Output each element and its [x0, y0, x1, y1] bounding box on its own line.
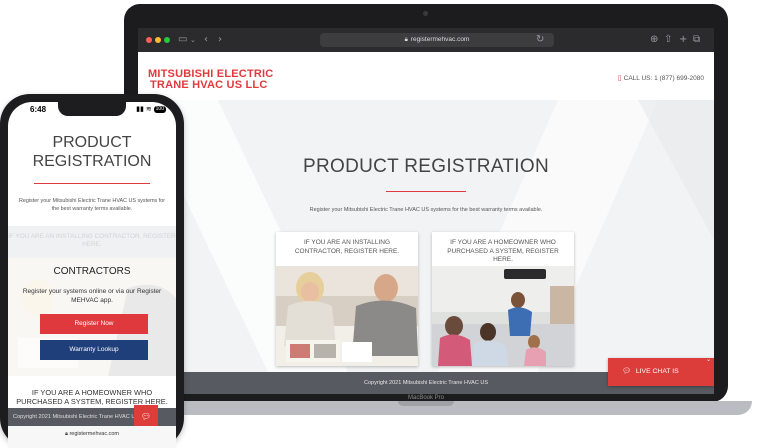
reload-icon[interactable]: ↻ [536, 33, 544, 47]
contractor-card-label: IF YOU ARE AN INSTALLING CONTRACTOR, REG… [294, 239, 400, 255]
chevron-down-icon[interactable]: ⌄ [706, 356, 711, 364]
mobile-title-line-2: REGISTRATION [32, 153, 152, 170]
browser-toolbar: ▭ ⌄ ‹ › 🔒︎ registermehvac.com ↻ ⊕ ⇧ + ⧉ [138, 28, 714, 52]
warranty-lookup-button[interactable]: Warranty Lookup [40, 340, 148, 360]
download-icon[interactable]: ⊕ [650, 33, 658, 47]
device-label: MacBook Pro [407, 395, 444, 401]
chevron-down-icon[interactable]: ⌄ [190, 33, 196, 47]
homeowner-photo [432, 266, 574, 366]
contractors-text: Register your systems online or via our … [22, 288, 162, 304]
homeowner-card-label: IF YOU ARE A HOMEOWNER WHO PURCHASED A S… [447, 239, 559, 263]
call-us-text: CALL US: 1 (877) 699-2080 [623, 75, 704, 82]
hero-section: PRODUCT REGISTRATION Register your Mitsu… [138, 100, 714, 372]
brand-logo[interactable]: MITSUBISHI ELECTRIC TRANE HVAC US LLC [148, 69, 273, 91]
lock-icon: 🔒︎ [404, 37, 408, 43]
new-tab-icon[interactable]: + [679, 33, 687, 47]
address-url: registermehvac.com [410, 36, 470, 43]
phone-screen: 6:48 ▮▮ ≋ 100 PRODUCT REGISTRATION Regis… [8, 102, 176, 448]
contractor-card[interactable]: IF YOU ARE AN INSTALLING CONTRACTOR, REG… [276, 232, 418, 366]
mobile-divider [34, 183, 150, 184]
hero-divider [386, 191, 466, 192]
homeowner-card[interactable]: IF YOU ARE A HOMEOWNER WHO PURCHASED A S… [432, 232, 574, 366]
contractor-photo [276, 266, 418, 366]
mockup-stage: ▭ ⌄ ‹ › 🔒︎ registermehvac.com ↻ ⊕ ⇧ + ⧉ M… [0, 0, 766, 448]
signal-icon: ▮▮ [136, 106, 144, 113]
status-time: 6:48 [30, 105, 47, 114]
mobile-subtitle: Register your Mitsubishi Electric Trane … [18, 198, 166, 212]
status-icons: ▮▮ ≋ 100 [136, 105, 166, 113]
laptop-camera [423, 11, 428, 16]
wifi-icon: ≋ [145, 106, 152, 113]
register-now-button[interactable]: Register Now [40, 314, 148, 334]
forward-icon[interactable]: › [218, 33, 222, 47]
laptop-base [100, 401, 752, 415]
sidebar-icon[interactable]: ▭ [178, 33, 187, 47]
phone-icon: ▯ [617, 75, 622, 82]
chat-bubble-icon: 💬︎ [622, 368, 631, 375]
chat-bubble-icon: 💬︎ [140, 412, 152, 421]
mobile-title-line-1: PRODUCT [52, 134, 132, 151]
tabs-icon[interactable]: ⧉ [693, 33, 700, 47]
live-chat-button[interactable]: 💬︎LIVE CHAT IS AVAILABLE ⌄ [608, 356, 714, 386]
laptop-lid: ▭ ⌄ ‹ › 🔒︎ registermehvac.com ↻ ⊕ ⇧ + ⧉ M… [124, 4, 728, 402]
hero-subtitle: Register your Mitsubishi Electric Trane … [309, 207, 543, 213]
laptop-notch [398, 401, 454, 406]
mobile-contractor-panel: CONTRACTORS Register your systems online… [8, 258, 176, 376]
lock-icon: 🔒︎ [65, 431, 68, 437]
hero-title: PRODUCT REGISTRATION [303, 156, 549, 177]
share-icon[interactable]: ⇧ [664, 33, 672, 47]
hero-background-pattern [138, 100, 714, 372]
contractors-heading: CONTRACTORS [53, 266, 131, 277]
site-header: MITSUBISHI ELECTRIC TRANE HVAC US LLC ▯ C… [138, 52, 714, 100]
phone-notch [58, 102, 126, 116]
close-window-button[interactable] [146, 37, 152, 43]
battery-icon: 100 [153, 106, 166, 113]
phone-frame: 6:48 ▮▮ ≋ 100 PRODUCT REGISTRATION Regis… [0, 94, 184, 448]
address-bar[interactable]: 🔒︎ registermehvac.com [320, 33, 554, 47]
mobile-homeowner-heading[interactable]: IF YOU ARE A HOMEOWNER WHO PURCHASED A S… [16, 388, 168, 406]
back-icon[interactable]: ‹ [204, 33, 208, 47]
mobile-page-title: PRODUCT REGISTRATION [8, 133, 176, 171]
mobile-address-url: registermehvac.com [69, 431, 119, 437]
call-us-link[interactable]: ▯ CALL US: 1 (877) 699-2080 [618, 74, 704, 82]
minimize-window-button[interactable] [155, 37, 161, 43]
brand-line-2: TRANE HVAC US LLC [150, 79, 268, 91]
mobile-contractor-heading: IF YOU ARE AN INSTALLING CONTRACTOR, REG… [8, 226, 176, 258]
mobile-address-bar[interactable]: 🔒︎ registermehvac.com [8, 426, 176, 448]
fullscreen-window-button[interactable] [164, 37, 170, 43]
laptop-screen: ▭ ⌄ ‹ › 🔒︎ registermehvac.com ↻ ⊕ ⇧ + ⧉ M… [138, 28, 714, 394]
